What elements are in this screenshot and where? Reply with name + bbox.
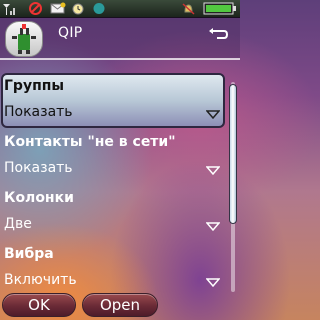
alarm-icon bbox=[72, 3, 84, 15]
list-item-vibration[interactable]: Вибра Включить bbox=[0, 240, 226, 296]
battery-icon bbox=[203, 2, 236, 15]
dropdown-arrow-icon[interactable] bbox=[206, 110, 220, 119]
list-item-columns[interactable]: Колонки Две bbox=[0, 184, 226, 240]
dropdown-arrow-icon[interactable] bbox=[206, 278, 220, 287]
dropdown-arrow-icon[interactable] bbox=[206, 222, 220, 231]
scrollbar[interactable] bbox=[228, 82, 238, 292]
message-icon bbox=[50, 2, 66, 14]
list-item-value: Включить bbox=[4, 272, 77, 288]
list-item-title: Колонки bbox=[4, 190, 74, 206]
app-title: QIP bbox=[58, 25, 83, 41]
scrollbar-thumb[interactable] bbox=[229, 84, 237, 224]
bluetooth-icon bbox=[93, 3, 105, 14]
open-button[interactable]: Open bbox=[82, 293, 158, 317]
status-bar bbox=[0, 0, 240, 18]
app-header: QIP bbox=[0, 17, 240, 60]
no-sim-icon bbox=[29, 2, 42, 15]
settings-list: Группы Показать Контакты "не в сети" Пок… bbox=[0, 72, 226, 296]
list-item-offline-contacts[interactable]: Контакты "не в сети" Показать bbox=[0, 128, 226, 184]
signal-icon bbox=[3, 4, 15, 15]
list-item-value: Показать bbox=[4, 104, 73, 120]
list-item-title: Вибра bbox=[4, 246, 54, 262]
list-item-title: Группы bbox=[4, 78, 65, 94]
list-item-value: Две bbox=[4, 216, 32, 232]
list-item-value: Показать bbox=[4, 160, 73, 176]
ok-button[interactable]: OK bbox=[2, 293, 76, 317]
list-item-title: Контакты "не в сети" bbox=[4, 134, 176, 150]
bell-icon bbox=[182, 3, 195, 15]
back-icon[interactable] bbox=[208, 27, 228, 41]
dropdown-arrow-icon[interactable] bbox=[206, 166, 220, 175]
qip-logo-icon bbox=[5, 21, 43, 57]
header-divider bbox=[0, 58, 240, 60]
list-item-groups[interactable]: Группы Показать bbox=[0, 72, 226, 128]
softkey-bar: OK Open bbox=[0, 293, 240, 320]
